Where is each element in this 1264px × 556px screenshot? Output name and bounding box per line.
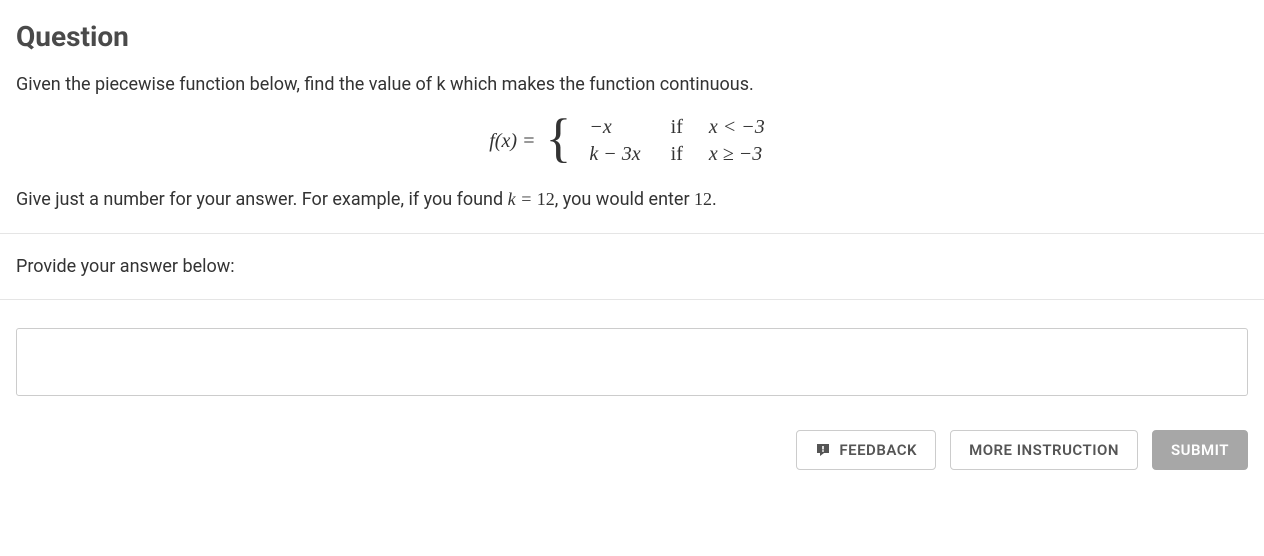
instr-n1: 12 xyxy=(537,189,555,209)
divider-bottom xyxy=(0,299,1264,300)
left-brace: { xyxy=(545,114,571,163)
piece-1-cond: x < −3 xyxy=(709,116,765,138)
piece-row-2: k − 3x if x ≥ −3 xyxy=(579,141,774,168)
submit-button[interactable]: SUBMIT xyxy=(1152,430,1248,470)
feedback-icon xyxy=(815,442,831,458)
instr-n2: 12 xyxy=(694,189,712,209)
piecewise-equation: f(x) = { −x if x < −3 k − 3x if x ≥ −3 xyxy=(16,114,1248,168)
prompt-text: Given the piecewise function below, find… xyxy=(16,74,754,95)
answer-label: Provide your answer below: xyxy=(16,234,1248,299)
submit-label: SUBMIT xyxy=(1171,441,1229,459)
feedback-button[interactable]: FEEDBACK xyxy=(796,430,936,470)
piece-1-expr: −x xyxy=(589,116,611,138)
feedback-label: FEEDBACK xyxy=(839,441,917,459)
instr-p3: . xyxy=(712,189,717,210)
more-instruction-button[interactable]: MORE INSTRUCTION xyxy=(950,430,1138,470)
piece-1-if: if xyxy=(651,114,699,141)
equation-lhs: f(x) = xyxy=(489,130,535,153)
question-prompt: Given the piecewise function below, find… xyxy=(16,71,1248,98)
answer-input[interactable] xyxy=(16,328,1248,396)
piece-2-if: if xyxy=(651,141,699,168)
piece-2-cond: x ≥ −3 xyxy=(709,143,762,165)
piecewise-table: −x if x < −3 k − 3x if x ≥ −3 xyxy=(579,114,774,168)
piece-2-expr: k − 3x xyxy=(589,143,640,165)
more-instruction-label: MORE INSTRUCTION xyxy=(969,441,1119,459)
piece-row-1: −x if x < −3 xyxy=(579,114,774,141)
button-row: FEEDBACK MORE INSTRUCTION SUBMIT xyxy=(16,430,1248,470)
instr-keq: k = xyxy=(508,189,537,209)
instr-p2: , you would enter xyxy=(555,189,694,210)
question-title: Question xyxy=(16,20,1248,53)
instr-p1: Give just a number for your answer. For … xyxy=(16,189,508,210)
answer-instruction: Give just a number for your answer. For … xyxy=(16,186,1248,213)
